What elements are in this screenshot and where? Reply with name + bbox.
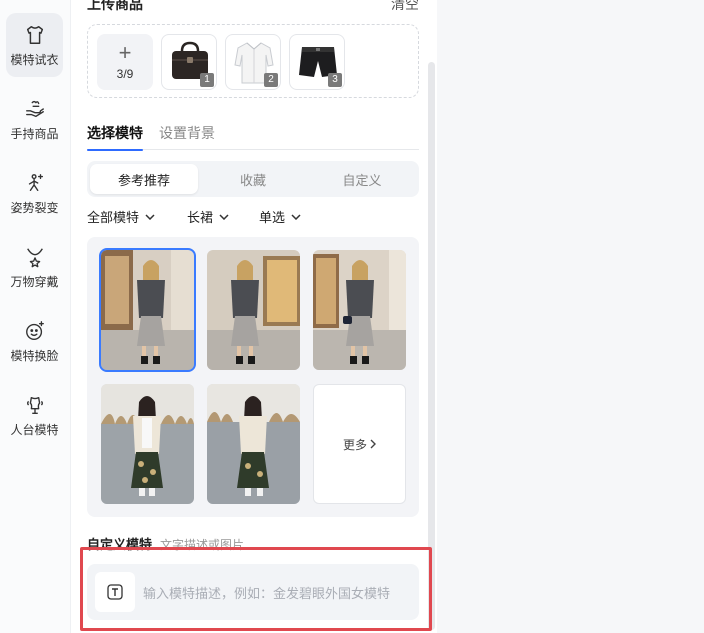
pose-icon	[23, 171, 47, 195]
chevron-down-icon	[145, 213, 155, 220]
sidebar-item-label: 模特换脸	[10, 348, 59, 363]
filter-label: 全部模特	[87, 210, 140, 225]
chevron-down-icon	[219, 213, 229, 220]
sidebar-item-label: 模特试衣	[10, 52, 59, 67]
sidebar-item-label: 万物穿戴	[10, 274, 59, 289]
clear-button[interactable]: 清空	[391, 0, 419, 14]
mannequin-icon	[23, 393, 47, 417]
more-models-button[interactable]: 更多	[313, 384, 406, 504]
upload-title: 上传商品	[87, 0, 143, 12]
tab-select-model[interactable]: 选择模特	[87, 122, 143, 151]
product-badge: 2	[264, 73, 278, 87]
preview-area	[437, 0, 704, 633]
add-product-button[interactable]: + 3/9	[97, 34, 153, 90]
sidebar-item-pose-split[interactable]: 姿势裂变	[6, 161, 63, 225]
tab-set-background[interactable]: 设置背景	[159, 122, 215, 150]
panel-scrollbar[interactable]	[428, 62, 435, 630]
product-thumb-handbag[interactable]: 1	[161, 34, 217, 90]
necklace-icon	[23, 245, 47, 269]
chevron-right-icon	[370, 439, 376, 449]
sidebar-item-label: 手持商品	[10, 126, 59, 141]
custom-model-subtitle: 文字描述或图片	[160, 538, 245, 552]
model-photo	[207, 384, 300, 504]
main-tabs: 选择模特 设置背景	[87, 122, 419, 151]
model-description-input[interactable]: 输入模特描述，例如：金发碧眼外国女模特	[87, 564, 419, 620]
filter-all-models[interactable]: 全部模特	[87, 207, 155, 226]
face-swap-icon	[23, 319, 47, 343]
plus-icon: +	[118, 40, 132, 65]
model-card[interactable]	[99, 248, 196, 372]
model-card[interactable]	[207, 250, 300, 370]
model-source-segment: 参考推荐 收藏 自定义	[87, 161, 419, 197]
custom-model-title: 自定义模特	[87, 537, 153, 552]
product-thumb-white-shirt[interactable]: 2	[225, 34, 281, 90]
tshirt-icon	[23, 23, 47, 47]
sidebar-item-model-tryon[interactable]: 模特试衣	[6, 13, 63, 77]
sidebar: 模特试衣 手持商品 姿势裂变 万物穿戴 模特换脸 人台模特	[0, 0, 71, 633]
custom-model-header: 自定义模特 文字描述或图片	[87, 534, 244, 553]
sidebar-item-label: 姿势裂变	[10, 200, 59, 215]
description-placeholder: 输入模特描述，例如：金发碧眼外国女模特	[143, 586, 391, 601]
segment-favorites[interactable]: 收藏	[199, 164, 307, 194]
filter-label: 单选	[259, 210, 286, 225]
segment-custom[interactable]: 自定义	[308, 164, 416, 194]
hand-holding-icon	[23, 97, 47, 121]
upload-header: 上传商品 清空	[87, 0, 419, 14]
product-badge: 1	[200, 73, 214, 87]
filter-long-dress[interactable]: 长裙	[187, 207, 229, 226]
model-card[interactable]	[101, 384, 194, 504]
product-badge: 3	[328, 73, 342, 87]
model-photo	[101, 250, 194, 370]
segment-recommended[interactable]: 参考推荐	[90, 164, 198, 194]
sidebar-item-hand-product[interactable]: 手持商品	[6, 87, 63, 151]
model-photo	[101, 384, 194, 504]
filter-single-select[interactable]: 单选	[259, 207, 301, 226]
model-grid: 更多	[87, 237, 419, 517]
upload-box: + 3/9 1 2 3	[87, 24, 419, 98]
filter-label: 长裙	[187, 210, 214, 225]
product-thumb-black-shorts[interactable]: 3	[289, 34, 345, 90]
chevron-down-icon	[291, 213, 301, 220]
sidebar-item-mannequin[interactable]: 人台模特	[6, 383, 63, 447]
upload-count: 3/9	[116, 67, 134, 81]
model-photo	[207, 250, 300, 370]
model-photo	[313, 250, 406, 370]
more-label: 更多	[342, 437, 367, 452]
sidebar-item-label: 人台模特	[10, 422, 59, 437]
text-t-icon[interactable]	[95, 572, 135, 612]
sidebar-item-face-swap[interactable]: 模特换脸	[6, 309, 63, 373]
sidebar-item-wear-anything[interactable]: 万物穿戴	[6, 235, 63, 299]
model-card[interactable]	[313, 250, 406, 370]
model-card[interactable]	[207, 384, 300, 504]
